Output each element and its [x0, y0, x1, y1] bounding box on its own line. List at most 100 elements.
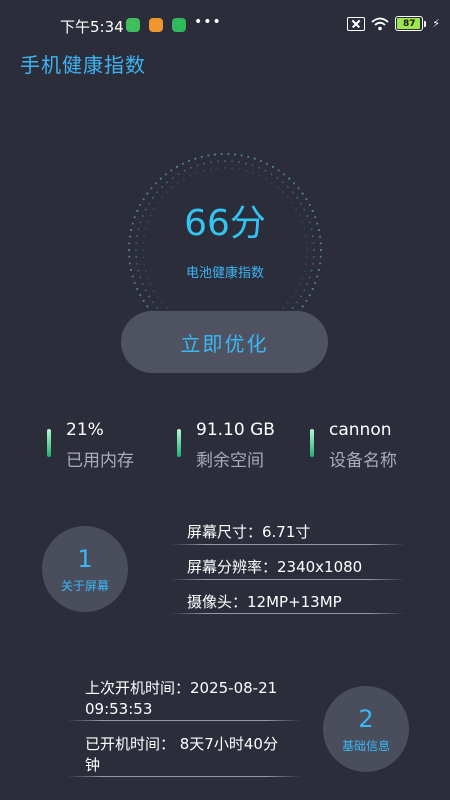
gauge-dot: [253, 157, 256, 160]
gauge-dot: [144, 289, 147, 292]
gauge-dot: [170, 169, 173, 172]
gauge-dot: [286, 186, 289, 189]
screen-resolution-row: 屏幕分辨率：2340x1080: [187, 558, 363, 576]
gauge-dot: [311, 287, 314, 291]
gauge-dot: [177, 173, 180, 176]
gauge-dot: [233, 153, 237, 156]
gauge-dot: [299, 295, 302, 298]
gauge-dot: [264, 169, 267, 172]
gauge-dot: [213, 153, 217, 156]
divider: [67, 720, 302, 721]
uptime-line2: 钟: [85, 756, 101, 774]
gauge-dot: [187, 159, 191, 163]
gauge-dot: [146, 305, 149, 308]
gauge-dot: [244, 162, 247, 165]
gauge-dot: [148, 295, 151, 298]
gauge-dot: [194, 157, 197, 160]
status-time: 下午5:34: [60, 18, 124, 36]
gauge-dot: [183, 178, 185, 180]
gauge-dot: [142, 299, 145, 302]
gauge-dot: [175, 165, 179, 168]
uptime-line1: 已开机时间： 8天7小时40分: [85, 735, 278, 753]
gauge-dot: [286, 301, 289, 304]
optimize-button[interactable]: 立即优化: [121, 311, 328, 373]
app-icon: [126, 18, 140, 32]
gauge-dot: [183, 169, 186, 172]
gauge-dot: [149, 283, 152, 286]
gauge-dot: [142, 249, 144, 251]
gauge-dot: [265, 162, 269, 165]
gauge-dot: [308, 293, 311, 297]
gauge-dot: [189, 174, 192, 177]
gauge-dot: [127, 248, 131, 252]
uptime-row: 已开机时间： 8天7小时40分 钟: [85, 734, 278, 776]
gauge-dot: [258, 174, 261, 177]
gauge-dot: [139, 293, 142, 297]
phone-app-icon: [149, 18, 163, 32]
last-boot-row: 上次开机时间：2025-08-21 09:53:53: [85, 678, 277, 720]
gauge-dot: [270, 173, 273, 176]
gauge-dot: [224, 167, 226, 169]
last-boot-line2: 09:53:53: [85, 700, 153, 718]
stat-value: cannon: [329, 420, 392, 440]
gauge-dot: [319, 255, 322, 258]
section-title: 基础信息: [341, 738, 390, 753]
gauge-dot: [298, 283, 301, 286]
gauge-dot: [181, 162, 185, 165]
gauge-dot: [295, 290, 297, 292]
divider: [170, 544, 405, 545]
status-right-icons: 87 ⚡: [347, 16, 440, 31]
gauge-dot: [171, 186, 174, 189]
gauge-dot: [161, 301, 164, 304]
gauge-dot: [247, 155, 250, 158]
gauge-dot: [152, 301, 154, 304]
battery-level: 87: [403, 18, 416, 29]
gauge-dot: [314, 281, 317, 284]
status-bar: 下午5:34 ••• 87 ⚡: [0, 0, 450, 52]
gauge-dot: [282, 307, 284, 309]
gauge-dot: [171, 177, 174, 179]
section-title: 关于屏幕: [60, 578, 109, 593]
gauge-dot: [142, 256, 145, 259]
chat-app-icon: [172, 18, 186, 32]
gauge-dot: [313, 249, 315, 251]
gauge-dot: [306, 283, 309, 286]
stat-value: 91.10 GB: [196, 420, 275, 440]
gauge-dot: [291, 296, 294, 298]
gauge-dot: [141, 283, 144, 286]
gauge-dot: [196, 172, 198, 174]
gauge-dot: [202, 169, 205, 172]
gauge-dot: [159, 177, 162, 180]
gauge-dot: [216, 167, 219, 170]
gauge-dot: [245, 169, 248, 172]
gauge-dot: [133, 281, 136, 284]
gauge-dot: [203, 162, 206, 165]
gauge-dot: [135, 249, 137, 251]
gauge-dot: [306, 249, 308, 251]
stat-label: 设备名称: [329, 451, 397, 471]
gauge-dot: [220, 152, 223, 156]
last-boot-line1: 上次开机时间：2025-08-21: [85, 679, 278, 697]
gauge-dot: [305, 256, 308, 259]
gauge-dot: [271, 165, 275, 168]
more-dots-icon: •••: [194, 14, 222, 30]
gauge-dot: [265, 178, 267, 180]
gauge-dot: [166, 191, 168, 193]
basic-info-section-badge[interactable]: 2 基础信息: [323, 686, 409, 772]
gauge-dot: [196, 164, 199, 167]
gauge-dot: [161, 186, 164, 189]
gauge-dot: [296, 301, 298, 304]
gauge-dot: [150, 187, 153, 190]
gauge-dot: [281, 181, 284, 184]
health-score: 66分: [184, 203, 266, 244]
gauge-dot: [238, 168, 241, 171]
stat-value: 21%: [66, 420, 104, 440]
gauge-dot: [259, 159, 263, 163]
gauge-dot: [189, 166, 192, 169]
sim-disabled-icon: [347, 16, 366, 31]
gauge-dot: [258, 166, 261, 169]
gauge-dot: [312, 255, 315, 258]
gauge-dot: [288, 177, 291, 180]
gauge-dot: [271, 181, 273, 184]
screen-section-badge[interactable]: 1 关于屏幕: [42, 526, 128, 612]
